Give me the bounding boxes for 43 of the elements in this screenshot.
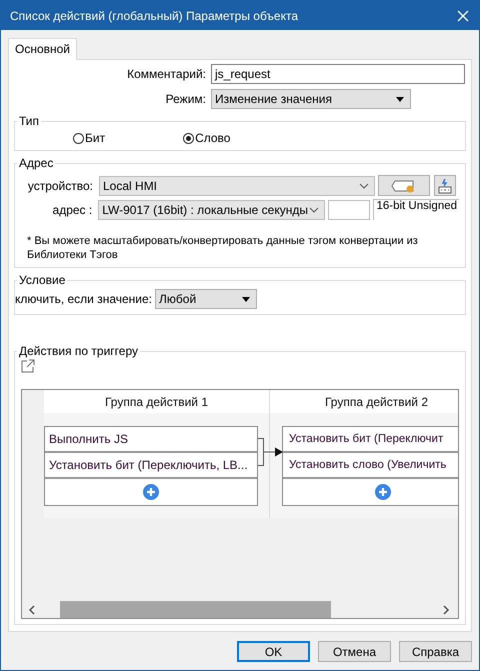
action-item[interactable]: Установить бит (Переключит [283,427,458,453]
condition-dropdown[interactable]: Любой [155,289,258,309]
connector-arrow [258,438,283,466]
group-title: Условие [18,273,66,287]
radio-option[interactable]: Бит [73,131,106,145]
mode-dropdown[interactable]: Изменение значения [211,89,411,109]
address-dropdown[interactable]: LW-9017 (16bit) : локальные секунды [98,200,325,220]
group-title: Действия по триггеру [18,344,139,358]
group-title: Адрес [18,156,54,170]
keyboard-icon [437,178,453,194]
group-header: Группа действий 1 [44,390,269,413]
scrollbar-thumb[interactable] [60,601,331,618]
close-icon[interactable] [457,10,469,22]
field-label: Комментарий: [126,67,206,81]
field-label: устройство: [26,178,94,192]
export-icon[interactable] [21,359,35,373]
radio-option[interactable]: Слово [183,131,230,145]
dialog-button[interactable]: Отмена [318,641,391,662]
data-format-field: 16-bit Unsigned [373,199,460,220]
action-item[interactable]: Установить слово (Увеличить [283,453,458,479]
index-field[interactable] [328,200,370,220]
device-dropdown[interactable]: Local HMI [99,176,375,196]
scroll-right-icon[interactable] [442,604,450,614]
field-label: адрес : [52,202,94,216]
chevron-down-icon[interactable] [308,206,319,212]
add-icon[interactable] [375,484,391,500]
add-icon[interactable] [143,484,159,500]
action-item[interactable]: Выполнить JS [45,427,257,453]
note-text: * Вы можете масштабировать/конвертировать данные тэгом конвертации из Библиотеки Тэгов [27,234,419,262]
field-label: Режим: [164,92,206,106]
tag-button[interactable] [378,175,430,196]
scroll-left-icon[interactable] [28,604,36,614]
action-item[interactable]: Установить бит (Переключить, LB... [45,453,257,479]
keyboard-button[interactable] [434,175,456,196]
chevron-down-icon[interactable] [359,182,369,188]
window-title: Список действий (глобальный) Параметры объекта [10,8,298,22]
tab[interactable]: Основной [8,38,78,60]
dialog-button[interactable]: Справка [399,641,472,662]
field-label: ключить, если значение: [15,292,152,306]
group-title: Тип [18,114,40,128]
comment-field[interactable]: js_request [211,64,465,84]
group-header: Группа действий 2 [270,390,458,413]
dialog-button[interactable]: OK [237,641,310,662]
